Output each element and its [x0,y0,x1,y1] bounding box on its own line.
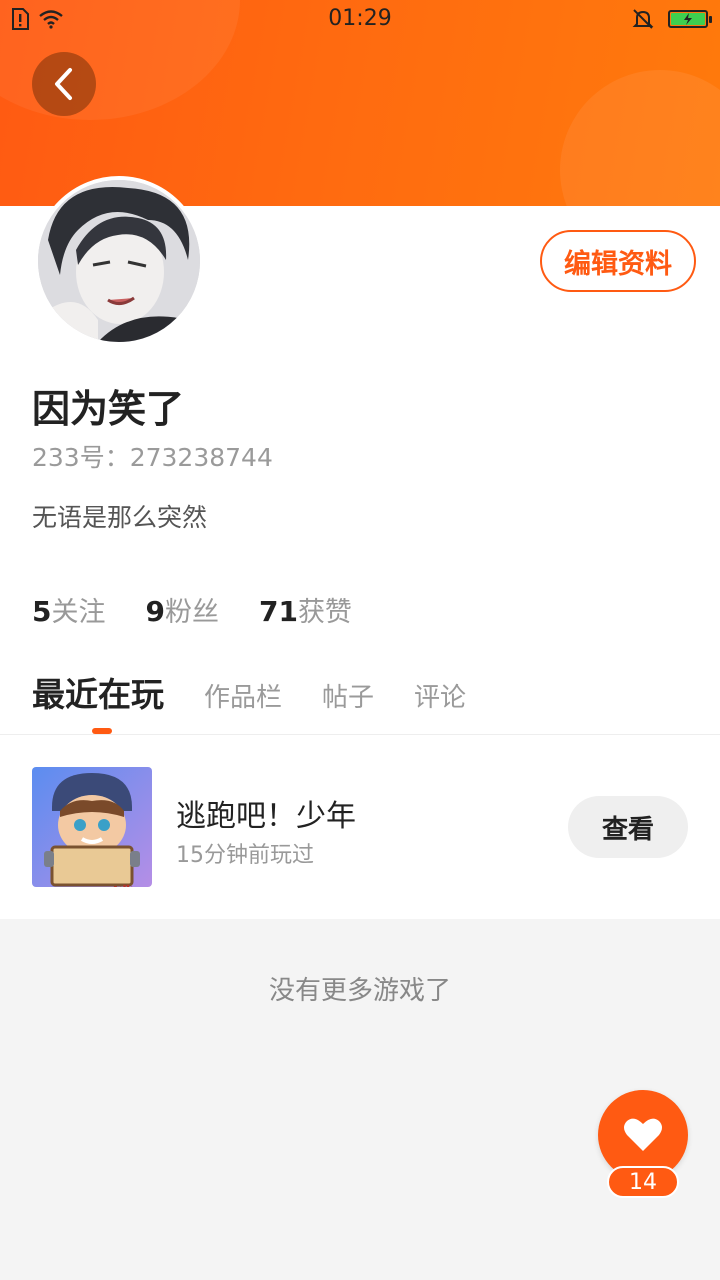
avatar-image [38,180,200,342]
tab-works[interactable]: 作品栏 [204,677,282,714]
status-bar: 01:29 [0,0,720,40]
status-icons-right [632,8,712,30]
back-button[interactable] [32,52,96,116]
battery-icon [668,10,712,28]
view-game-button[interactable]: 查看 [568,796,688,858]
like-count-badge: 14 [607,1166,679,1198]
game-last-played: 15分钟前玩过 [176,843,314,868]
charging-bolt-icon [684,13,692,25]
tab-comments[interactable]: 评论 [414,677,466,714]
header-decoration [560,70,720,206]
stat-followers-label: 粉丝 [164,597,219,628]
profile-tabs: 最近在玩 作品栏 帖子 评论 [32,668,506,716]
status-time: 01:29 [328,6,392,31]
stats-row: 5关注 9粉丝 71获赞 [32,590,352,629]
recent-game-row[interactable]: 逃 逃跑吧！少年 15分钟前玩过 查看 [0,735,720,919]
username: 因为笑了 [32,387,185,431]
game-name: 逃跑吧！少年 [176,799,356,834]
user-id: 233号：273238744 [32,443,273,472]
stat-likes[interactable]: 71获赞 [259,590,352,629]
mute-bell-icon [632,9,654,29]
game-icon-sign-text: 逃 [64,879,152,887]
stat-following-label: 关注 [51,597,106,628]
stat-likes-label: 获赞 [297,597,352,628]
user-bio: 无语是那么突然 [32,503,208,532]
heart-icon [624,1118,662,1151]
edit-profile-button[interactable]: 编辑资料 [540,230,696,292]
tab-posts[interactable]: 帖子 [322,677,374,714]
game-icon-art [32,767,152,887]
stat-followers[interactable]: 9粉丝 [145,590,218,629]
stat-following[interactable]: 5关注 [32,590,105,629]
stat-likes-count: 71 [258,595,298,628]
chevron-left-icon [55,68,72,100]
battery-level [671,13,705,25]
stat-following-count: 5 [32,595,52,628]
avatar[interactable] [34,176,204,346]
tab-recently-played[interactable]: 最近在玩 [32,668,164,716]
stat-followers-count: 9 [145,595,165,628]
game-icon: 逃 [32,767,152,887]
no-more-games-text: 没有更多游戏了 [268,976,451,1006]
